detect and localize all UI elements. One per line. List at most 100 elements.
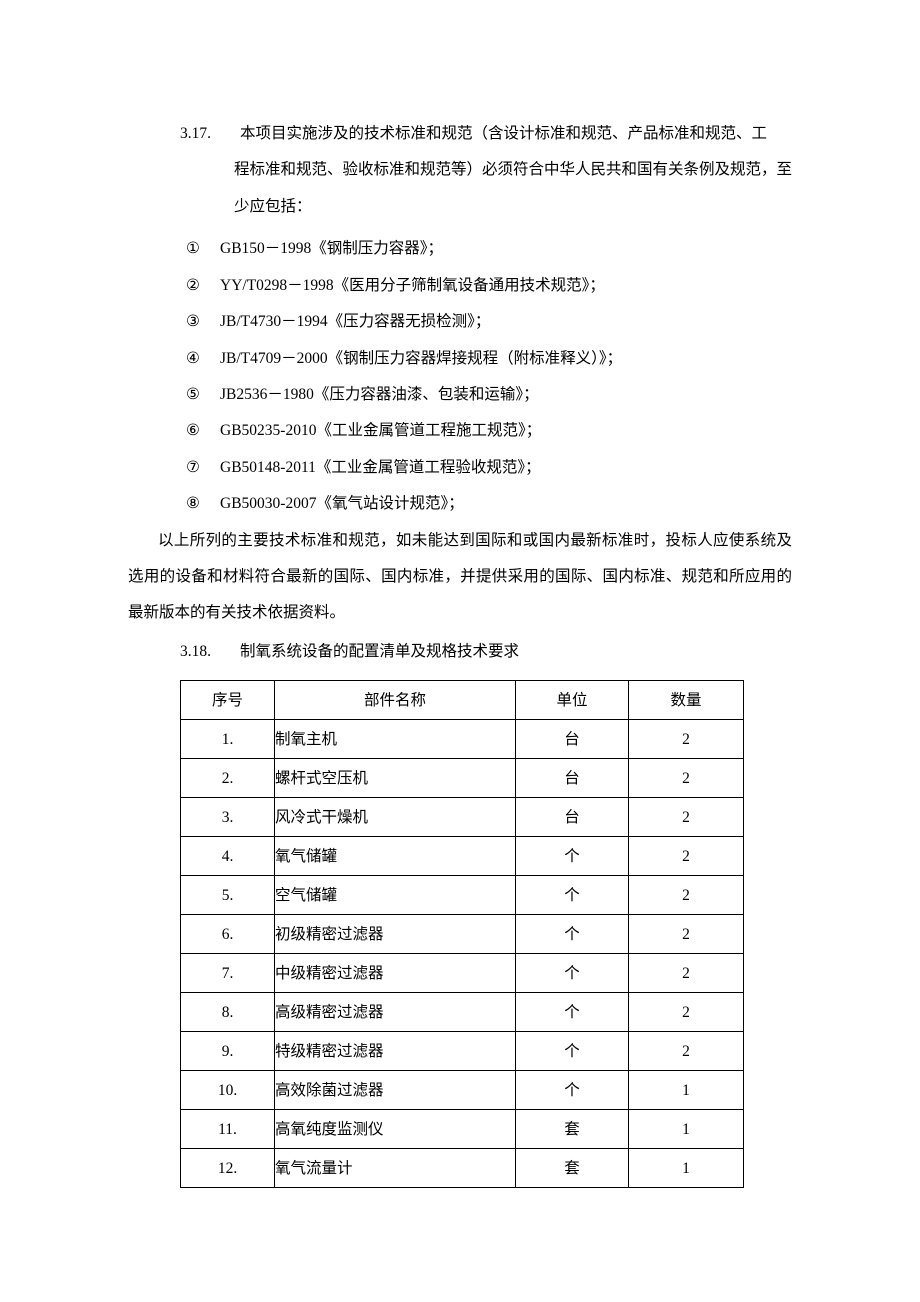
table-row: 6.初级精密过滤器个2 — [181, 915, 744, 954]
table-row: 1.制氧主机台2 — [181, 720, 744, 759]
cell-name: 氧气流量计 — [275, 1149, 516, 1188]
standards-item: ②YY/T0298－1998《医用分子筛制氧设备通用技术规范》； — [128, 268, 792, 304]
cell-unit: 个 — [516, 993, 629, 1032]
cell-qty: 2 — [629, 837, 744, 876]
cell-unit: 个 — [516, 1032, 629, 1071]
cell-qty: 1 — [629, 1110, 744, 1149]
item-text: JB2536－1980《压力容器油漆、包装和运输》； — [220, 386, 539, 403]
standards-item: ④JB/T4709－2000《钢制压力容器焊接规程（附标准释义）》； — [128, 341, 792, 377]
cell-qty: 2 — [629, 759, 744, 798]
standards-item: ⑦GB50148-2011《工业金属管道工程验收规范》； — [128, 450, 792, 486]
cell-name: 中级精密过滤器 — [275, 954, 516, 993]
heading-line-1: 本项目实施涉及的技术标准和规范（含设计标准和规范、产品标准和规范、工 — [240, 125, 767, 142]
table-row: 10.高效除菌过滤器个1 — [181, 1071, 744, 1110]
cell-qty: 1 — [629, 1071, 744, 1110]
cell-unit: 个 — [516, 954, 629, 993]
cell-unit: 套 — [516, 1110, 629, 1149]
item-text: YY/T0298－1998《医用分子筛制氧设备通用技术规范》； — [220, 277, 605, 294]
section-3-17-closing: 以上所列的主要技术标准和规范，如未能达到国际和或国内最新标准时，投标人应使系统及… — [128, 523, 792, 632]
item-marker: ⑧ — [186, 486, 220, 522]
item-text: GB50235-2010《工业金属管道工程施工规范》； — [220, 422, 541, 439]
cell-index: 7. — [181, 954, 275, 993]
table-row: 11.高氧纯度监测仪套1 — [181, 1110, 744, 1149]
cell-qty: 2 — [629, 720, 744, 759]
cell-qty: 2 — [629, 993, 744, 1032]
cell-name: 高效除菌过滤器 — [275, 1071, 516, 1110]
item-marker: ⑥ — [186, 413, 220, 449]
section-number: 3.18. — [180, 634, 240, 670]
table-row: 3.风冷式干燥机台2 — [181, 798, 744, 837]
cell-unit: 个 — [516, 1071, 629, 1110]
standards-item: ⑧GB50030-2007《氧气站设计规范》； — [128, 486, 792, 522]
section-3-17-heading: 3.17.本项目实施涉及的技术标准和规范（含设计标准和规范、产品标准和规范、工 … — [128, 116, 792, 225]
cell-index: 10. — [181, 1071, 275, 1110]
cell-name: 螺杆式空压机 — [275, 759, 516, 798]
cell-name: 空气储罐 — [275, 876, 516, 915]
table-row: 8.高级精密过滤器个2 — [181, 993, 744, 1032]
table-header-row: 序号 部件名称 单位 数量 — [181, 681, 744, 720]
standards-item: ⑤JB2536－1980《压力容器油漆、包装和运输》； — [128, 377, 792, 413]
standards-item: ③JB/T4730－1994《压力容器无损检测》； — [128, 304, 792, 340]
table-row: 7.中级精密过滤器个2 — [181, 954, 744, 993]
item-marker: ⑦ — [186, 450, 220, 486]
item-marker: ③ — [186, 304, 220, 340]
cell-name: 制氧主机 — [275, 720, 516, 759]
col-header-index: 序号 — [181, 681, 275, 720]
item-text: GB150－1998《钢制压力容器》； — [220, 240, 443, 257]
cell-index: 12. — [181, 1149, 275, 1188]
col-header-unit: 单位 — [516, 681, 629, 720]
table-row: 2.螺杆式空压机台2 — [181, 759, 744, 798]
cell-index: 5. — [181, 876, 275, 915]
cell-name: 氧气储罐 — [275, 837, 516, 876]
cell-unit: 套 — [516, 1149, 629, 1188]
cell-qty: 2 — [629, 1032, 744, 1071]
table-row: 12.氧气流量计套1 — [181, 1149, 744, 1188]
table-row: 5.空气储罐个2 — [181, 876, 744, 915]
standards-list: ①GB150－1998《钢制压力容器》；②YY/T0298－1998《医用分子筛… — [128, 231, 792, 522]
section-number: 3.17. — [180, 116, 240, 152]
equipment-spec-table: 序号 部件名称 单位 数量 1.制氧主机台22.螺杆式空压机台23.风冷式干燥机… — [180, 680, 744, 1188]
cell-unit: 个 — [516, 837, 629, 876]
table-row: 9.特级精密过滤器个2 — [181, 1032, 744, 1071]
item-marker: ① — [186, 231, 220, 267]
cell-unit: 台 — [516, 720, 629, 759]
cell-qty: 2 — [629, 798, 744, 837]
section-3-18-heading: 3.18.制氧系统设备的配置清单及规格技术要求 — [128, 634, 792, 670]
cell-name: 高氧纯度监测仪 — [275, 1110, 516, 1149]
cell-index: 8. — [181, 993, 275, 1032]
cell-name: 初级精密过滤器 — [275, 915, 516, 954]
cell-qty: 2 — [629, 876, 744, 915]
cell-qty: 1 — [629, 1149, 744, 1188]
item-text: GB50148-2011《工业金属管道工程验收规范》； — [220, 459, 541, 476]
item-text: JB/T4709－2000《钢制压力容器焊接规程（附标准释义）》； — [220, 350, 622, 367]
cell-qty: 2 — [629, 915, 744, 954]
heading-line-2: 程标准和规范、验收标准和规范等）必须符合中华人民共和国有关条例及规范，至少应包括… — [128, 152, 792, 225]
item-marker: ④ — [186, 341, 220, 377]
cell-name: 风冷式干燥机 — [275, 798, 516, 837]
standards-item: ①GB150－1998《钢制压力容器》； — [128, 231, 792, 267]
cell-qty: 2 — [629, 954, 744, 993]
cell-index: 9. — [181, 1032, 275, 1071]
item-text: JB/T4730－1994《压力容器无损检测》； — [220, 313, 490, 330]
cell-unit: 台 — [516, 798, 629, 837]
standards-item: ⑥GB50235-2010《工业金属管道工程施工规范》； — [128, 413, 792, 449]
cell-name: 高级精密过滤器 — [275, 993, 516, 1032]
cell-index: 2. — [181, 759, 275, 798]
cell-index: 6. — [181, 915, 275, 954]
table-row: 4.氧气储罐个2 — [181, 837, 744, 876]
document-page: 3.17.本项目实施涉及的技术标准和规范（含设计标准和规范、产品标准和规范、工 … — [0, 0, 920, 1302]
cell-index: 1. — [181, 720, 275, 759]
cell-index: 11. — [181, 1110, 275, 1149]
cell-unit: 个 — [516, 915, 629, 954]
item-marker: ⑤ — [186, 377, 220, 413]
cell-unit: 台 — [516, 759, 629, 798]
col-header-name: 部件名称 — [275, 681, 516, 720]
section-3-18-title: 制氧系统设备的配置清单及规格技术要求 — [240, 643, 519, 660]
section-3-17: 3.17.本项目实施涉及的技术标准和规范（含设计标准和规范、产品标准和规范、工 … — [128, 116, 792, 632]
item-marker: ② — [186, 268, 220, 304]
item-text: GB50030-2007《氧气站设计规范》； — [220, 495, 464, 512]
cell-index: 4. — [181, 837, 275, 876]
cell-index: 3. — [181, 798, 275, 837]
col-header-qty: 数量 — [629, 681, 744, 720]
cell-unit: 个 — [516, 876, 629, 915]
